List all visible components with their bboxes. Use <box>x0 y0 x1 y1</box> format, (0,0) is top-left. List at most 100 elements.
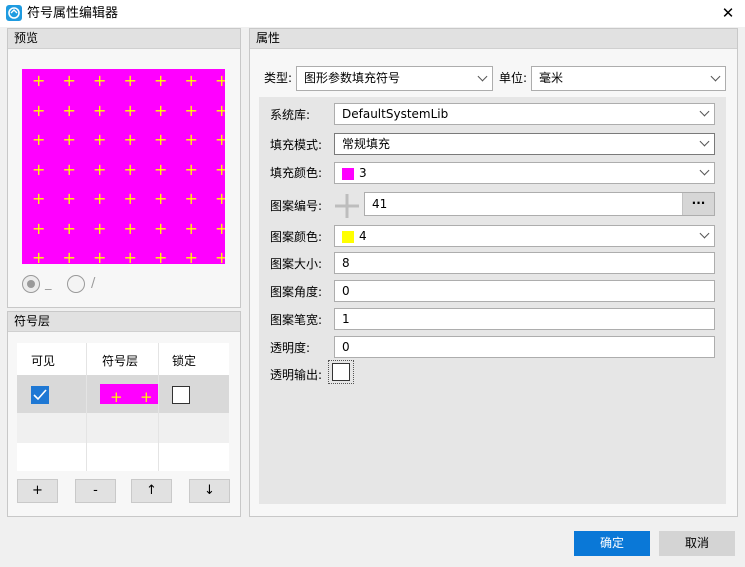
pattern-mark: + <box>62 189 76 208</box>
pattern-no-field[interactable]: 41 ··· <box>364 192 715 216</box>
visible-checkbox[interactable] <box>31 386 49 404</box>
pattern-mark: + <box>123 248 137 265</box>
pattern-mark: + <box>215 159 225 179</box>
pattern-mark: + <box>123 100 137 120</box>
pattern-mark: + <box>184 130 198 149</box>
pattern-mark: + <box>123 71 137 90</box>
pattern-mark: + <box>32 71 46 90</box>
pattern-mark: + <box>62 218 76 238</box>
pattern-mark: + <box>32 189 46 208</box>
properties-header: 属性 <box>250 29 737 49</box>
lock-checkbox[interactable] <box>172 386 190 404</box>
radio-underline-label: _ <box>45 276 52 291</box>
fill-color-label: 填充颜色: <box>270 166 323 180</box>
pattern-mark: + <box>154 130 168 149</box>
pattern-plus-icon <box>333 192 361 220</box>
pattern-mark: + <box>32 130 46 149</box>
pattern-mark: + <box>32 218 46 238</box>
type-select[interactable]: 图形参数填充符号 <box>296 66 493 91</box>
pattern-mark: + <box>32 100 46 120</box>
type-label: 类型: <box>264 71 293 85</box>
move-down-button[interactable]: ↓ <box>189 479 230 503</box>
remove-layer-button[interactable]: - <box>75 479 116 503</box>
pattern-mark: + <box>184 100 198 120</box>
pattern-mark: + <box>62 130 76 149</box>
pattern-mark: + <box>215 189 225 208</box>
pattern-size-input[interactable]: 8 <box>334 252 715 274</box>
pattern-mark: + <box>93 159 107 179</box>
pattern-mark: + <box>154 189 168 208</box>
pattern-mark: + <box>62 159 76 179</box>
pattern-browse-button[interactable]: ··· <box>682 193 714 215</box>
pattern-mark: + <box>215 71 225 90</box>
column-header-lock: 锁定 <box>172 354 197 368</box>
preview-header: 预览 <box>8 29 240 49</box>
app-icon <box>6 5 22 21</box>
column-divider <box>86 343 87 471</box>
pattern-mark: + <box>154 248 168 265</box>
pattern-pen-input[interactable]: 1 <box>334 308 715 330</box>
layer-thumbnail: + + <box>100 384 158 404</box>
layer-row-empty <box>17 413 229 443</box>
pattern-mark: + <box>62 71 76 90</box>
pattern-mark: + <box>154 71 168 90</box>
add-layer-button[interactable]: + <box>17 479 58 503</box>
ok-button[interactable]: 确定 <box>574 531 650 556</box>
fill-color-swatch <box>342 168 354 180</box>
pattern-mark: + <box>93 189 107 208</box>
pattern-mark: + <box>123 130 137 149</box>
column-header-layer: 符号层 <box>102 354 139 368</box>
radio-slash[interactable] <box>67 275 85 293</box>
pattern-mark: + <box>123 159 137 179</box>
transparent-output-checkbox[interactable] <box>332 363 350 381</box>
pattern-mark: + <box>123 189 137 208</box>
pattern-no-label: 图案编号: <box>270 199 323 213</box>
unit-label: 单位: <box>499 71 528 85</box>
pattern-pen-label: 图案笔宽: <box>270 313 323 327</box>
radio-slash-label: / <box>91 276 96 291</box>
fill-mode-select[interactable]: 常规填充 <box>334 133 715 155</box>
pattern-mark: + <box>93 130 107 149</box>
pattern-mark: + <box>154 100 168 120</box>
pattern-size-label: 图案大小: <box>270 257 323 271</box>
fill-color-select[interactable]: 3 <box>334 162 715 184</box>
unit-select[interactable]: 毫米 <box>531 66 726 91</box>
pattern-angle-input[interactable]: 0 <box>334 280 715 302</box>
pattern-mark: + <box>123 218 137 238</box>
pattern-mark: + <box>184 218 198 238</box>
pattern-color-swatch <box>342 231 354 243</box>
pattern-color-label: 图案颜色: <box>270 230 323 244</box>
pattern-mark: + <box>215 130 225 149</box>
pattern-mark: + <box>32 248 46 265</box>
pattern-mark: + <box>154 159 168 179</box>
pattern-color-select[interactable]: 4 <box>334 225 715 247</box>
pattern-mark: + <box>215 248 225 265</box>
pattern-mark: + <box>32 159 46 179</box>
pattern-mark: + <box>93 248 107 265</box>
pattern-angle-label: 图案角度: <box>270 285 323 299</box>
preview-canvas: + + + + + + + + + + + + + + + + + + + + + + + + + + + + + + + + + + + + + + + +… <box>22 69 225 264</box>
column-divider <box>158 343 159 471</box>
close-icon[interactable]: ✕ <box>716 3 740 23</box>
column-header-visible: 可见 <box>31 354 56 368</box>
window-title: 符号属性编辑器 <box>27 6 119 21</box>
pattern-mark: + <box>184 159 198 179</box>
pattern-mark: + <box>184 189 198 208</box>
pattern-mark: + <box>154 218 168 238</box>
move-up-button[interactable]: ↑ <box>131 479 172 503</box>
pattern-mark: + <box>93 71 107 90</box>
pattern-mark: + <box>184 248 198 265</box>
radio-underline[interactable] <box>22 275 40 293</box>
transparent-output-label: 透明输出: <box>270 368 323 382</box>
cancel-button[interactable]: 取消 <box>659 531 735 556</box>
pattern-mark: + <box>215 218 225 238</box>
pattern-mark: + <box>93 218 107 238</box>
pattern-mark: + <box>93 100 107 120</box>
transparency-label: 透明度: <box>270 341 311 355</box>
pattern-mark: + <box>62 248 76 265</box>
fill-mode-label: 填充模式: <box>270 138 323 152</box>
transparency-input[interactable]: 0 <box>334 336 715 358</box>
system-lib-select[interactable]: DefaultSystemLib <box>334 103 715 125</box>
system-lib-label: 系统库: <box>270 108 311 122</box>
pattern-mark: + <box>62 100 76 120</box>
